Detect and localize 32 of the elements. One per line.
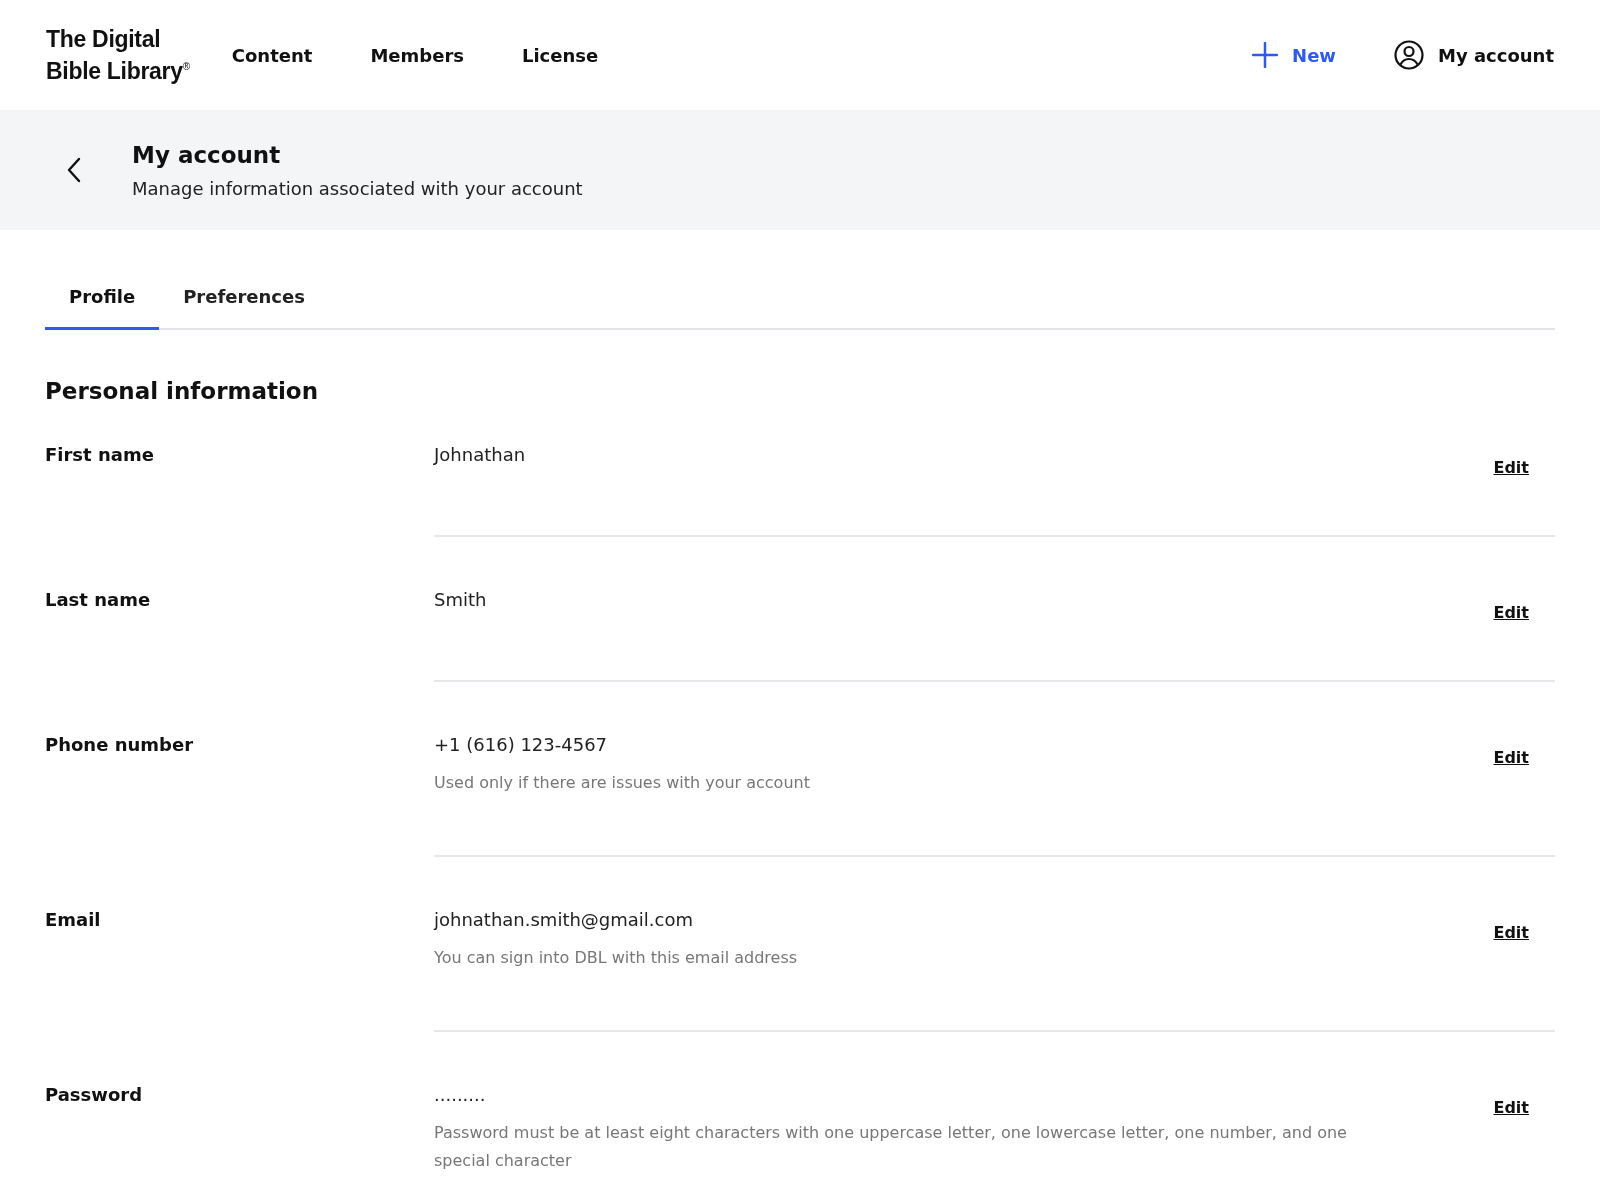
field-hint: You can sign into DBL with this email address xyxy=(434,947,799,969)
edit-link[interactable]: Edit xyxy=(1493,458,1529,477)
field-label: First name xyxy=(45,444,155,467)
site-logo[interactable]: The Digital Bible Library$^{®}$ xyxy=(46,25,190,85)
plus-icon xyxy=(1252,42,1279,68)
field-value: Smith xyxy=(434,589,488,610)
nav-link[interactable]: Members xyxy=(370,44,464,66)
field-value: johnathan.smith@gmail.com xyxy=(434,909,695,930)
field-label: Email xyxy=(45,909,102,932)
edit-link[interactable]: Edit xyxy=(1493,748,1529,767)
field-value: +1 (616) 123-4567 xyxy=(434,734,609,755)
user-icon xyxy=(1394,40,1424,70)
nav-link[interactable]: Content xyxy=(231,44,313,66)
field-label: Password xyxy=(45,1084,144,1107)
field-label: Last name xyxy=(45,589,152,612)
back-icon xyxy=(66,157,82,183)
section-title: Personal information xyxy=(45,378,320,404)
page-subtitle: Manage information associated with your account xyxy=(132,177,583,199)
account-button[interactable]: My account xyxy=(1394,40,1554,70)
new-button[interactable]: New xyxy=(1252,42,1336,68)
edit-link[interactable]: Edit xyxy=(1493,603,1529,622)
field-label: Phone number xyxy=(45,734,195,757)
edit-link[interactable]: Edit xyxy=(1493,1098,1529,1117)
field-value: ......... xyxy=(434,1084,487,1105)
edit-link[interactable]: Edit xyxy=(1493,923,1529,942)
field-hint: Password must be at least eight characters with one uppercase letter, one lowercase letter, one number, and one special character xyxy=(434,1122,1348,1172)
field-value: Johnathan xyxy=(434,444,527,465)
tab[interactable]: Preferences xyxy=(159,286,329,330)
tab[interactable]: Profile xyxy=(45,286,160,330)
nav-link[interactable]: License xyxy=(521,44,599,66)
page-title: My account xyxy=(132,141,282,168)
field-hint: Used only if there are issues with your account xyxy=(434,772,811,794)
